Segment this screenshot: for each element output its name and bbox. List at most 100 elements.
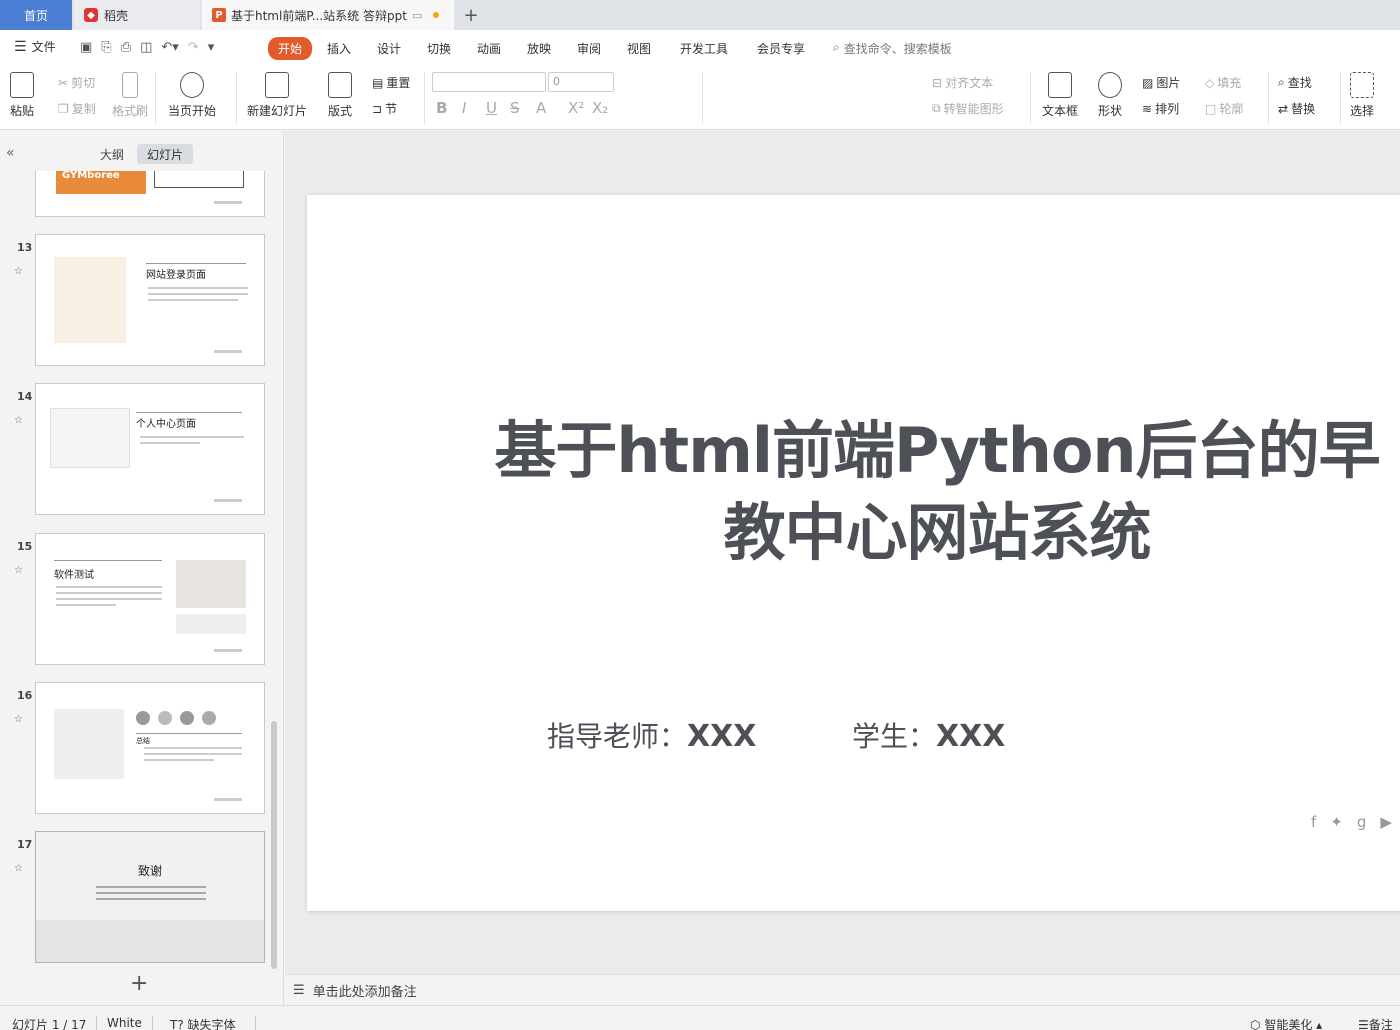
notes-area[interactable]: ☰ 单击此处添加备注 [285,974,1400,1005]
command-search[interactable]: ⌕ 查找命令、搜索模板 [833,40,952,57]
subscript-icon[interactable]: X₂ [592,99,608,117]
slide-title-line-1: 基于html前端Python后台的早 [494,414,1380,487]
play-from-current-button[interactable]: 当页开始 [168,72,216,119]
font-color-icon[interactable]: A [536,99,546,117]
align-text-label: 对齐文本 [945,76,994,90]
add-slide-plus-icon[interactable]: + [130,971,148,996]
slide-thumbnail-15[interactable]: 软件测试 [35,533,265,665]
redo-icon[interactable]: ↷ [188,40,199,55]
layers-icon: ≋ [1142,101,1153,116]
paste-button[interactable]: 粘贴 [10,72,34,119]
select-label: 选择 [1350,104,1375,118]
slide-thumbnail-17[interactable]: 致谢 [35,831,265,963]
smart-graphic-button[interactable]: ⧉ 转智能图形 [932,100,1004,117]
layout-button[interactable]: 版式 [328,72,352,119]
collapse-panel-icon[interactable]: « [6,145,15,161]
new-tab-plus-icon: + [463,4,479,26]
tab-home[interactable]: 首页 [0,0,72,30]
bold-icon[interactable]: B [436,99,447,117]
slide-thumbnail-12[interactable]: GYMboree [35,171,265,217]
status-separator [152,1016,153,1030]
copy-button[interactable]: ❐ 复制 [58,100,96,117]
font-family-select[interactable] [432,72,546,92]
select-button[interactable]: 选择 [1350,72,1374,119]
textbox-button[interactable]: 文本框 [1042,72,1078,119]
reset-button[interactable]: ▤ 重置 [372,74,410,91]
quick-access-toolbar: ▣ ⎘ ⎙ ◫ ↶▾ ↷ ▾ [80,40,214,55]
missing-font-button[interactable]: T? 缺失字体 [170,1016,236,1030]
thumbnail-pager [214,499,242,502]
underline-icon[interactable]: U [486,99,497,117]
save-icon[interactable]: ▣ [80,40,92,55]
print-icon[interactable]: ⎙ [121,40,131,55]
fill-button[interactable]: ◇ 填充 [1205,74,1241,91]
shape-button[interactable]: 形状 [1098,72,1122,119]
menu-transition[interactable]: 切换 [427,40,451,57]
superscript-icon[interactable]: X² [568,99,584,117]
tab-outline-label: 大纲 [99,147,124,162]
font-size-select[interactable]: 0 [548,72,614,92]
picture-button[interactable]: ▨ 图片 [1142,74,1180,91]
menu-insert[interactable]: 插入 [327,40,351,57]
menu-member[interactable]: 会员专享 [757,40,805,57]
menu-design[interactable]: 设计 [377,40,401,57]
tab-outline[interactable]: 大纲 [90,144,134,164]
strikethrough-icon[interactable]: S [510,99,520,117]
slide-thumbnail-14[interactable]: 个人中心页面 [35,383,265,515]
format-painter-button[interactable]: 格式刷 [112,72,148,119]
cut-button[interactable]: ✂ 剪切 [58,74,95,91]
brush-icon [122,72,138,98]
menu-review[interactable]: 审阅 [577,40,601,57]
slide-number: 16 [17,689,33,702]
ribbon-separator [236,72,237,124]
tab-slides[interactable]: 幻灯片 [137,144,193,164]
outline-button[interactable]: □ 轮廓 [1205,100,1243,117]
teacher-info[interactable]: 指导老师：XXX [547,715,756,755]
italic-icon[interactable]: I [462,99,466,117]
thumbnail-image [50,408,130,468]
slide-thumbnail-13[interactable]: 网站登录页面 [35,234,265,366]
theme-name[interactable]: White [107,1016,142,1030]
shape-icon [1098,72,1122,98]
thumbnail-text-line [96,892,206,894]
thumbnail-text-line [56,586,162,588]
cube-icon: ⬡ [1250,1018,1261,1030]
align-text-button[interactable]: ⊟ 对齐文本 [932,74,993,91]
menu-view[interactable]: 视图 [627,40,651,57]
tab-home-label: 首页 [23,8,48,23]
slide-thumbnail-16[interactable]: 总结 [35,682,265,814]
more-dropdown-icon[interactable]: ▾ [208,40,215,55]
current-slide[interactable]: 基于html前端Python后台的早 教中心网站系统 指导老师：XXX 学生：X… [307,195,1400,911]
student-info[interactable]: 学生：XXX [852,715,1005,755]
undo-icon[interactable]: ↶▾ [161,40,178,55]
thumbnail-text-line [96,886,206,888]
replace-button[interactable]: ⇄ 替换 [1278,100,1315,117]
new-slide-button[interactable]: 新建幻灯片 [247,72,307,119]
menu-slideshow[interactable]: 放映 [527,40,551,57]
export-pdf-icon[interactable]: ⎘ [101,40,111,55]
print-preview-icon[interactable]: ◫ [140,40,152,55]
thumbnail-title: 软件测试 [54,570,94,581]
thumbnail-logo-text: GYMboree [62,171,120,181]
tab-document[interactable]: P 基于html前端P...站系统 答辩ppt ▭ [202,0,454,30]
tab-daoke[interactable]: ◆ 稻壳 [74,0,200,30]
menu-developer[interactable]: 开发工具 [680,40,728,57]
section-button[interactable]: ⊐ 节 [372,100,397,117]
thumbnail-image [176,560,246,608]
file-menu-button[interactable]: ☰ 文件 [14,38,56,55]
window-tab-bar: 首页 ◆ 稻壳 P 基于html前端P...站系统 答辩ppt ▭ + [0,0,1400,30]
notes-toggle-button[interactable]: ☰备注 [1358,1016,1393,1030]
slide-title[interactable]: 基于html前端Python后台的早 教中心网站系统 [477,410,1397,574]
arrange-button[interactable]: ≋ 排列 [1142,100,1179,117]
thumbnail-scrollbar[interactable] [271,721,277,969]
thumbnail-image: GYMboree [56,171,146,194]
menu-animation[interactable]: 动画 [477,40,501,57]
find-button[interactable]: ⌕ 查找 [1278,74,1312,91]
menu-home[interactable]: 开始 [268,37,313,60]
new-tab-button[interactable]: + [458,0,484,30]
thumbnail-title: 网站登录页面 [146,270,206,281]
replace-icon: ⇄ [1278,101,1289,116]
monitor-icon[interactable]: ▭ [412,9,422,22]
select-cursor-icon [1350,72,1374,98]
smart-beautify-button[interactable]: ⬡ 智能美化 ▴ [1250,1016,1322,1030]
